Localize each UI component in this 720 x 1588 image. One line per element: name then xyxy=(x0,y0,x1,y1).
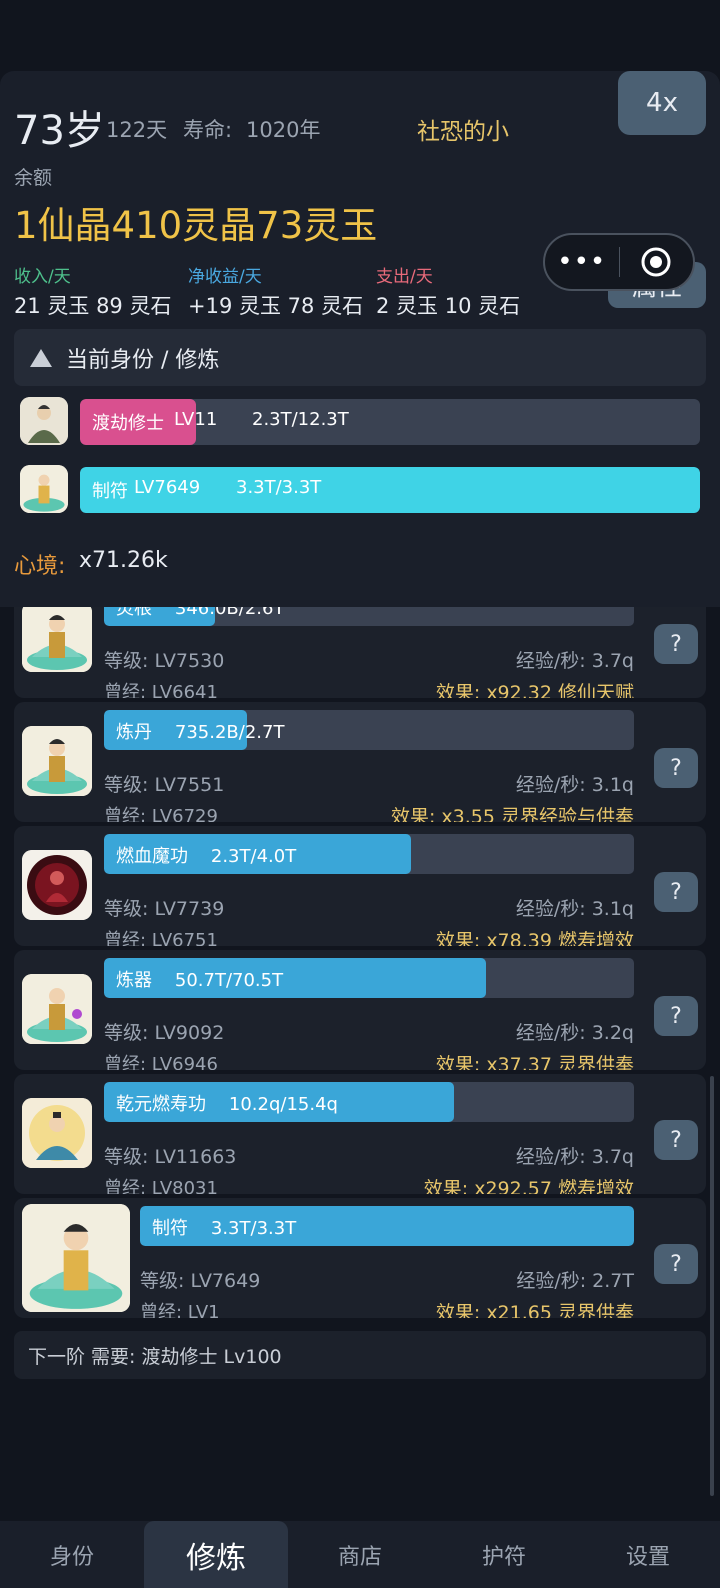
current-skill-progress-bar: 制符 LV7649 3.3T/3.3T xyxy=(80,467,700,513)
question-icon: ? xyxy=(670,1003,682,1029)
question-icon: ? xyxy=(670,631,682,657)
skill-effect: 效果: x92.32 修仙天赋 xyxy=(435,682,634,698)
identity-section-toggle[interactable]: 当前身份 / 修炼 xyxy=(14,329,706,386)
skill-previous-level: 曾经: LV6751 xyxy=(104,930,218,946)
current-skill-avatar xyxy=(20,465,68,513)
skill-card: 乾元燃寿功 10.2q/15.4q 等级: LV11663 曾经: LV8031… xyxy=(14,1074,706,1194)
current-skill-progress-text: 3.3T/3.3T xyxy=(236,477,322,498)
skill-level: 等级: LV9092 xyxy=(104,1022,225,1044)
skill-help-button[interactable]: ? xyxy=(654,1244,698,1284)
skill-avatar-sage xyxy=(22,1098,92,1168)
skill-card: 炼器 50.7T/70.5T 等级: LV9092 曾经: LV6946 经验/… xyxy=(14,950,706,1070)
skill-card: 炼丹 735.2B/2.7T 等级: LV7551 曾经: LV6729 经验/… xyxy=(14,702,706,822)
skill-level: 等级: LV7649 xyxy=(140,1270,261,1292)
current-skill-name: 制符 xyxy=(92,481,128,502)
question-icon: ? xyxy=(670,1127,682,1153)
skill-progress-text: 制符 3.3T/3.3T xyxy=(152,1218,297,1239)
mood-value: x71.26k xyxy=(79,548,168,573)
skill-previous-level: 曾经: LV6946 xyxy=(104,1054,218,1070)
identity-section-title: 当前身份 / 修炼 xyxy=(66,347,220,373)
skill-xp-rate: 经验/秒: 3.2q xyxy=(515,1022,634,1044)
income-value: 21 灵玉 89 灵石 xyxy=(14,294,172,318)
player-days: 122天 xyxy=(106,118,168,142)
skill-avatar-demon xyxy=(22,850,92,920)
skill-progress-bar: 燃血魔功 2.3T/4.0T xyxy=(104,834,634,874)
skill-effect: 效果: x292.57 燃寿增效 xyxy=(423,1178,634,1194)
question-icon: ? xyxy=(670,879,682,905)
skill-progress-text: 燃血魔功 2.3T/4.0T xyxy=(116,846,297,867)
skill-avatar-cultivator xyxy=(22,726,92,796)
skill-xp-rate: 经验/秒: 3.1q xyxy=(515,774,634,796)
skill-help-button[interactable]: ? xyxy=(654,1120,698,1160)
skill-xp-rate: 经验/秒: 3.1q xyxy=(515,898,634,920)
skill-xp-rate: 经验/秒: 2.7T xyxy=(516,1270,634,1292)
income-label: 收入/天 xyxy=(14,267,71,287)
nav-tab-settings[interactable]: 设置 xyxy=(576,1521,720,1588)
balance-value: 1仙晶410灵晶73灵玉 xyxy=(14,204,378,247)
nav-tab-amulet[interactable]: 护符 xyxy=(432,1521,576,1588)
skill-help-button[interactable]: ? xyxy=(654,996,698,1036)
skill-avatar-cultivator xyxy=(22,1204,130,1312)
expense-value: 2 灵玉 10 灵石 xyxy=(376,294,521,318)
skill-xp-rate: 经验/秒: 3.7q xyxy=(515,650,634,672)
skill-effect: 效果: x37.37 灵界供奉 xyxy=(435,1054,634,1070)
next-tier-requirement: 下一阶 需要: 渡劫修士 Lv100 xyxy=(14,1331,706,1379)
skill-level: 等级: LV7739 xyxy=(104,898,225,920)
mood-label: 心境: xyxy=(14,554,66,579)
game-speed-button[interactable]: 4x xyxy=(618,71,706,135)
net-income-value: +19 灵玉 78 灵石 xyxy=(188,294,364,318)
skill-level: 等级: LV7530 xyxy=(104,650,225,672)
skill-previous-level: 曾经: LV6729 xyxy=(104,806,218,822)
close-target-icon[interactable] xyxy=(620,245,694,279)
mini-program-capsule: ••• xyxy=(543,233,695,291)
nav-tab-identity[interactable]: 身份 xyxy=(0,1521,144,1588)
skill-xp-rate: 经验/秒: 3.7q xyxy=(515,1146,634,1168)
nav-tab-cultivation[interactable]: 修炼 xyxy=(144,1521,288,1588)
skill-avatar-cultivator xyxy=(22,974,92,1044)
lifespan-value: 1020年 xyxy=(246,118,321,142)
current-skill-level: LV7649 xyxy=(134,477,201,498)
identity-level: LV11 xyxy=(174,409,218,430)
skill-progress-text: 炼器 50.7T/70.5T xyxy=(116,970,284,991)
expense-label: 支出/天 xyxy=(376,267,433,287)
question-icon: ? xyxy=(670,755,682,781)
identity-name: 渡劫修士 xyxy=(92,413,164,434)
skill-progress-bar: 乾元燃寿功 10.2q/15.4q xyxy=(104,1082,634,1122)
skill-progress-bar: 炼器 50.7T/70.5T xyxy=(104,958,634,998)
balance-label: 余额 xyxy=(14,167,53,189)
skill-effect: 效果: x3.55 灵界经验与供奉 xyxy=(390,806,634,822)
skill-help-button[interactable]: ? xyxy=(654,624,698,664)
skill-effect: 效果: x78.39 燃寿增效 xyxy=(435,930,634,946)
identity-avatar xyxy=(20,397,68,445)
skill-progress-bar: 炼丹 735.2B/2.7T xyxy=(104,710,634,750)
skill-progress-text: 乾元燃寿功 10.2q/15.4q xyxy=(116,1094,338,1115)
more-icon[interactable]: ••• xyxy=(545,247,619,277)
skill-progress-text: 炼丹 735.2B/2.7T xyxy=(116,722,285,743)
skill-help-button[interactable]: ? xyxy=(654,872,698,912)
nav-tab-shop[interactable]: 商店 xyxy=(288,1521,432,1588)
lifespan-label: 寿命: xyxy=(183,118,233,142)
scrollbar[interactable] xyxy=(710,1076,714,1496)
identity-progress-bar: 渡劫修士 LV11 2.3T/12.3T xyxy=(80,399,700,445)
skill-previous-level: 曾经: LV8031 xyxy=(104,1178,218,1194)
bottom-nav: 身份 修炼 商店 护符 设置 xyxy=(0,1521,720,1588)
skill-previous-level: 曾经: LV1 xyxy=(140,1302,220,1318)
player-age: 73岁 xyxy=(14,108,105,154)
skill-progress-bar: 制符 3.3T/3.3T xyxy=(140,1206,634,1246)
skill-level: 等级: LV11663 xyxy=(104,1146,237,1168)
player-name: 社恐的小 xyxy=(417,119,509,145)
identity-progress-text: 2.3T/12.3T xyxy=(252,409,349,430)
collapse-triangle-icon xyxy=(30,348,52,367)
skill-previous-level: 曾经: LV6641 xyxy=(104,682,218,698)
skill-avatar-cultivator xyxy=(22,602,92,672)
skill-help-button[interactable]: ? xyxy=(654,748,698,788)
net-income-label: 净收益/天 xyxy=(188,267,262,287)
question-icon: ? xyxy=(670,1251,682,1277)
skill-effect: 效果: x21.65 灵界供奉 xyxy=(435,1302,634,1318)
skill-level: 等级: LV7551 xyxy=(104,774,225,796)
skill-card: 燃血魔功 2.3T/4.0T 等级: LV7739 曾经: LV6751 经验/… xyxy=(14,826,706,946)
skill-card-current: 制符 3.3T/3.3T 等级: LV7649 曾经: LV1 经验/秒: 2.… xyxy=(14,1198,706,1318)
